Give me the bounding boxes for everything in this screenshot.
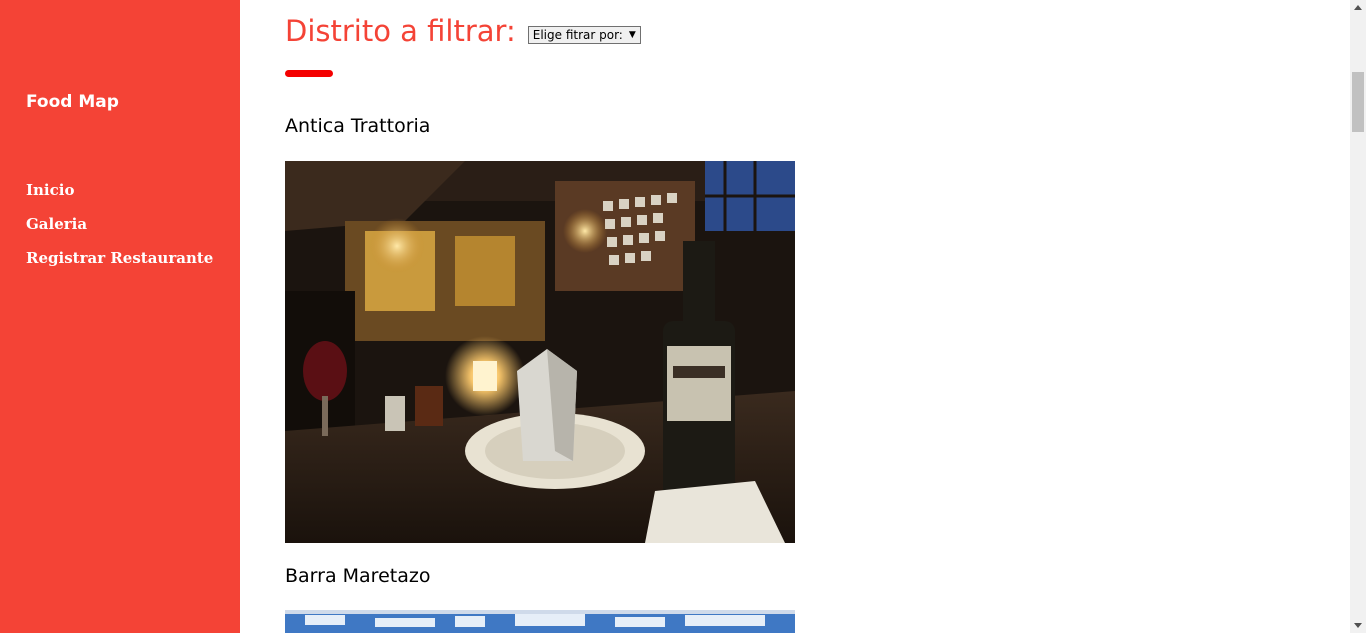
restaurant-exterior-photo[interactable]	[285, 610, 795, 633]
nav-link-inicio[interactable]: Inicio	[26, 181, 74, 199]
sidebar-item-registrar-restaurante: Registrar Restaurante	[26, 249, 213, 283]
district-filter-value: Elige fitrar por:	[532, 28, 623, 42]
title-underline-accent	[285, 70, 333, 77]
nav-link-registrar-restaurante[interactable]: Registrar Restaurante	[26, 249, 213, 267]
nav-link-galeria[interactable]: Galeria	[26, 215, 87, 233]
brand-logo-link[interactable]: Food Map	[26, 92, 119, 112]
vertical-scrollbar[interactable]	[1350, 0, 1366, 633]
restaurant-name: Barra Maretazo	[285, 565, 431, 587]
restaurant-name: Antica Trattoria	[285, 115, 431, 137]
sidebar-item-galeria: Galeria	[26, 215, 213, 249]
sidebar: Food Map Inicio Galeria Registrar Restau…	[0, 0, 240, 633]
filter-row: Distrito a filtrar: Elige fitrar por: ▼	[285, 14, 641, 48]
filter-title: Distrito a filtrar:	[285, 14, 516, 48]
scrollbar-thumb[interactable]	[1352, 72, 1364, 132]
restaurant-interior-photo[interactable]	[285, 161, 795, 543]
sidebar-item-inicio: Inicio	[26, 181, 213, 215]
district-filter-select[interactable]: Elige fitrar por: ▼	[527, 26, 641, 44]
scroll-down-arrow-icon[interactable]	[1354, 623, 1362, 628]
main-content: Distrito a filtrar: Elige fitrar por: ▼ …	[240, 0, 1350, 633]
dropdown-caret-icon: ▼	[628, 30, 636, 40]
scroll-up-arrow-icon[interactable]	[1354, 5, 1362, 10]
sidebar-nav: Inicio Galeria Registrar Restaurante	[26, 181, 213, 283]
